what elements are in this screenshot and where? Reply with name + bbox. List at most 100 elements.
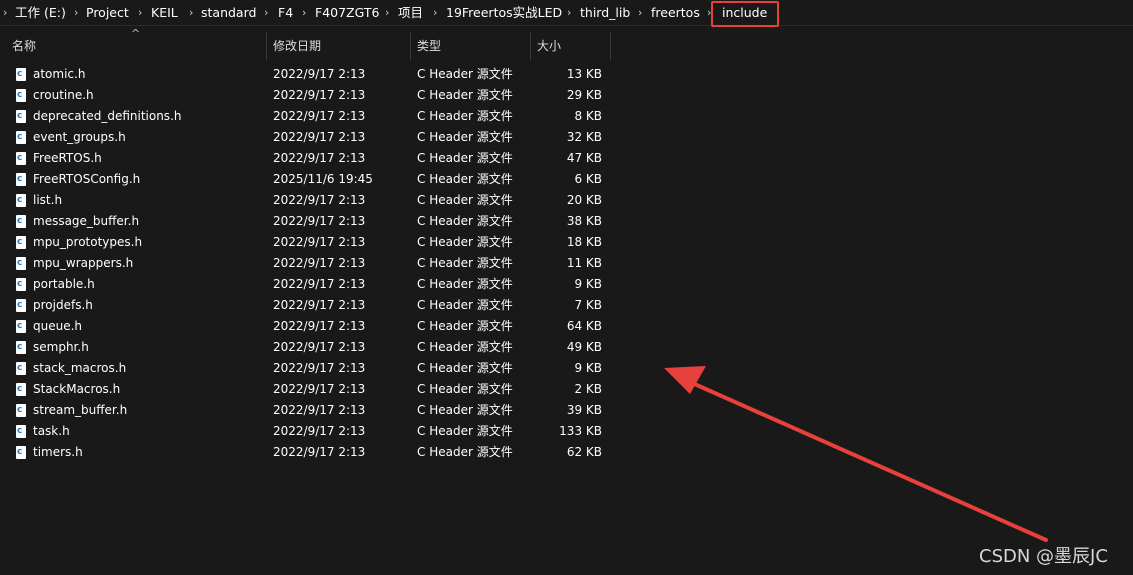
file-name: mpu_wrappers.h [33,256,134,270]
file-date: 2022/9/17 2:13 [273,382,366,396]
column-header-size[interactable]: 大小 [537,32,561,60]
c-header-file-icon: c [16,257,26,270]
file-name: projdefs.h [33,298,93,312]
breadcrumb-f407zgt6[interactable]: F407ZGT6 [315,3,379,23]
file-icon-letter: c [17,279,23,289]
file-row[interactable]: c FreeRTOSConfig.h 2025/11/6 19:45 C Header… [0,169,620,190]
file-date: 2022/9/17 2:13 [273,277,366,291]
column-divider[interactable] [410,32,411,60]
chevron-right-icon[interactable]: › [264,4,268,22]
chevron-right-icon[interactable]: › [433,4,437,22]
file-row[interactable]: c mpu_wrappers.h 2022/9/17 2:13 C Header 源文… [0,253,620,274]
c-header-file-icon: c [16,68,26,81]
file-icon-letter: c [17,69,23,79]
column-header-date[interactable]: 修改日期 [273,32,321,60]
breadcrumb-drive[interactable]: 工作 (E:) [15,3,66,23]
file-row[interactable]: c timers.h 2022/9/17 2:13 C Header 源文件 62 KB [0,442,620,463]
file-size: 49 KB [566,340,602,354]
file-row[interactable]: c message_buffer.h 2022/9/17 2:13 C Header … [0,211,620,232]
chevron-right-icon[interactable]: › [567,4,571,22]
file-size: 8 KB [574,109,602,123]
file-row[interactable]: c semphr.h 2022/9/17 2:13 C Header 源文件 49 KB [0,337,620,358]
column-header-type[interactable]: 类型 [417,32,441,60]
file-name: mpu_prototypes.h [33,235,143,249]
breadcrumb-xiangmu[interactable]: 项目 [398,3,423,23]
file-name: StackMacros.h [33,382,121,396]
chevron-right-icon[interactable]: › [3,4,7,22]
file-size: 9 KB [574,361,602,375]
file-size: 6 KB [574,172,602,186]
c-header-file-icon: c [16,110,26,123]
chevron-right-icon[interactable]: › [189,4,193,22]
file-row[interactable]: c portable.h 2022/9/17 2:13 C Header 源文件 9 K… [0,274,620,295]
file-size: 18 KB [566,235,602,249]
column-divider[interactable] [530,32,531,60]
file-icon-letter: c [17,174,23,184]
c-header-file-icon: c [16,173,26,186]
c-header-file-icon: c [16,383,26,396]
file-name: queue.h [33,319,83,333]
file-type: C Header 源文件 [417,277,513,291]
file-row[interactable]: c deprecated_definitions.h 2022/9/17 2:13 C… [0,106,620,127]
c-header-file-icon: c [16,131,26,144]
file-row[interactable]: c StackMacros.h 2022/9/17 2:13 C Header 源文件… [0,379,620,400]
file-row[interactable]: c projdefs.h 2022/9/17 2:13 C Header 源文件 7 K… [0,295,620,316]
breadcrumb-project[interactable]: Project [86,3,129,23]
column-divider[interactable] [266,32,267,60]
file-icon-letter: c [17,237,23,247]
file-name: FreeRTOS.h [33,151,102,165]
file-row[interactable]: c stack_macros.h 2022/9/17 2:13 C Header 源文… [0,358,620,379]
file-icon-letter: c [17,153,23,163]
breadcrumb-freertos[interactable]: freertos [651,3,700,23]
file-type: C Header 源文件 [417,361,513,375]
file-icon-letter: c [17,405,23,415]
c-header-file-icon: c [16,362,26,375]
file-name: deprecated_definitions.h [33,109,182,123]
file-size: 62 KB [566,445,602,459]
breadcrumb-19freertos-led[interactable]: 19Freertos实战LED [446,3,562,23]
file-date: 2022/9/17 2:13 [273,445,366,459]
file-row[interactable]: c queue.h 2022/9/17 2:13 C Header 源文件 64 KB [0,316,620,337]
file-date: 2022/9/17 2:13 [273,67,366,81]
chevron-right-icon[interactable]: › [74,4,78,22]
arrow-head [664,366,706,394]
file-name: stack_macros.h [33,361,127,375]
breadcrumb-f4[interactable]: F4 [278,3,293,23]
file-date: 2022/9/17 2:13 [273,214,366,228]
file-date: 2022/9/17 2:13 [273,256,366,270]
file-date: 2022/9/17 2:13 [273,340,366,354]
file-type: C Header 源文件 [417,67,513,81]
file-row[interactable]: c atomic.h 2022/9/17 2:13 C Header 源文件 13 KB [0,64,620,85]
file-row[interactable]: c task.h 2022/9/17 2:13 C Header 源文件 133 KB [0,421,620,442]
file-size: 47 KB [566,151,602,165]
file-name: task.h [33,424,70,438]
file-size: 39 KB [566,403,602,417]
file-row[interactable]: c croutine.h 2022/9/17 2:13 C Header 源文件 29 … [0,85,620,106]
chevron-right-icon[interactable]: › [138,4,142,22]
file-row[interactable]: c event_groups.h 2022/9/17 2:13 C Header 源文… [0,127,620,148]
file-name: portable.h [33,277,95,291]
file-size: 29 KB [566,88,602,102]
breadcrumb-third-lib[interactable]: third_lib [580,3,630,23]
c-header-file-icon: c [16,320,26,333]
file-date: 2025/11/6 19:45 [273,172,373,186]
c-header-file-icon: c [16,152,26,165]
file-icon-letter: c [17,342,23,352]
breadcrumb-keil[interactable]: KEIL [151,3,178,23]
chevron-right-icon[interactable]: › [302,4,306,22]
file-name: croutine.h [33,88,94,102]
column-header-name[interactable]: 名称 [12,32,36,60]
column-divider[interactable] [610,32,611,60]
chevron-right-icon[interactable]: › [638,4,642,22]
chevron-right-icon[interactable]: › [385,4,389,22]
file-type: C Header 源文件 [417,235,513,249]
file-row[interactable]: c mpu_prototypes.h 2022/9/17 2:13 C Header … [0,232,620,253]
file-date: 2022/9/17 2:13 [273,109,366,123]
file-row[interactable]: c list.h 2022/9/17 2:13 C Header 源文件 20 KB [0,190,620,211]
breadcrumb-standard[interactable]: standard [201,3,256,23]
file-row[interactable]: c FreeRTOS.h 2022/9/17 2:13 C Header 源文件 47 … [0,148,620,169]
file-date: 2022/9/17 2:13 [273,151,366,165]
file-type: C Header 源文件 [417,424,513,438]
file-row[interactable]: c stream_buffer.h 2022/9/17 2:13 C Header 源… [0,400,620,421]
file-size: 20 KB [566,193,602,207]
